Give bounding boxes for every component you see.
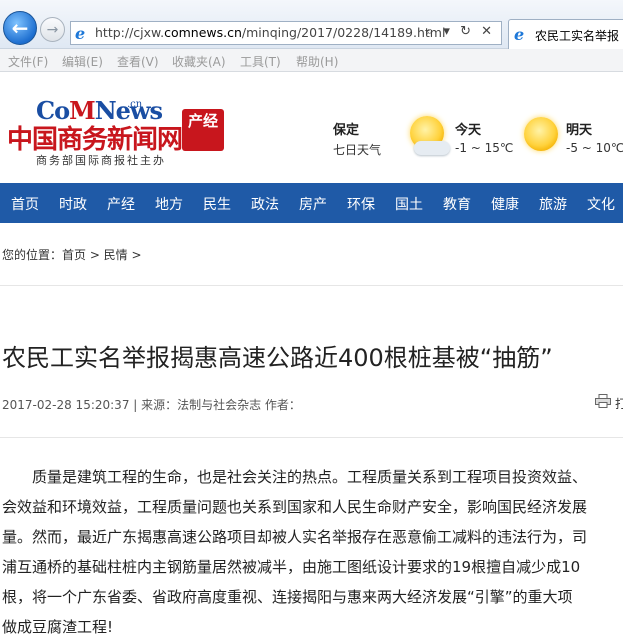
article-line: 根，将一个广东省委、省政府高度重视、连接揭阳与惠来两大经济发展“引擎”的重大项 [2, 588, 573, 606]
article-line: 做成豆腐渣工程! [2, 618, 114, 636]
article-line: 会效益和环境效益，工程质量问题也关系到国家和人民生命财产安全，影响国民经济发展 [2, 498, 588, 516]
article-line: 量。然而，最近广东揭惠高速公路项目却被人实名举报存在恶意偷工减料的违法行为，司 [2, 528, 588, 546]
article-line: 质量是建筑工程的生命，也是社会关注的热点。工程质量关系到工程项目投资效益、 [2, 468, 588, 486]
back-arrow-icon: ← [11, 16, 29, 40]
main-nav: 首页 时政 产经 地方 民生 政法 房产 环保 国土 教育 健康 旅游 文化 [0, 183, 623, 223]
nav-realestate[interactable]: 房产 [299, 194, 327, 214]
tab-title: 农民工实名举报 [535, 29, 620, 43]
ie-page-icon: e [75, 24, 86, 43]
nav-industry[interactable]: 产经 [107, 194, 135, 214]
browser-toolbar: ← → e http://cjxw.comnews.cn/minqing/201… [0, 0, 623, 49]
nav-local[interactable]: 地方 [155, 194, 183, 214]
url-path: /minqing/2017/0228/14189.html [241, 25, 446, 40]
menu-bar: 文件(F) 编辑(E) 查看(V) 收藏夹(A) 工具(T) 帮助(H) [0, 49, 623, 72]
breadcrumb[interactable]: 您的位置：首页 > 民情 > [2, 246, 142, 263]
print-label[interactable]: 打 [615, 395, 623, 412]
weather-tomorrow-label: 明天 [566, 123, 593, 138]
article-title: 农民工实名举报揭惠高速公路近400根桩基被“抽筋” [2, 344, 553, 372]
back-button[interactable]: ← [3, 11, 37, 45]
nav-home[interactable]: 首页 [11, 194, 39, 214]
nav-politics[interactable]: 时政 [59, 194, 87, 214]
menu-tools[interactable]: 工具(T) [240, 53, 281, 70]
channel-badge[interactable]: 产经 [182, 109, 224, 151]
article-meta: 2017-02-28 15:20:37 | 来源：法制与社会杂志 作者： [2, 398, 301, 412]
nav-livelihood[interactable]: 民生 [203, 194, 231, 214]
nav-travel[interactable]: 旅游 [539, 194, 567, 214]
divider [0, 437, 623, 438]
cloud-shape [414, 141, 450, 155]
logo-domain-suffix: .cn [127, 99, 143, 110]
menu-view[interactable]: 查看(V) [117, 53, 159, 70]
nav-land[interactable]: 国土 [395, 194, 423, 214]
tab-ie-icon: e [514, 25, 525, 44]
nav-education[interactable]: 教育 [443, 194, 471, 214]
url-text[interactable]: http://cjxw.comnews.cn/minqing/2017/0228… [95, 25, 445, 40]
weather-7day-link[interactable]: 七日天气 [333, 141, 381, 158]
url-prefix: http://cjxw. [95, 25, 165, 40]
divider [0, 285, 623, 286]
weather-city: 保定 [333, 123, 360, 138]
menu-file[interactable]: 文件(F) [8, 53, 48, 70]
sun-icon [524, 117, 558, 151]
forward-arrow-icon: → [46, 21, 59, 38]
nav-law[interactable]: 政法 [251, 194, 279, 214]
article-line: 浦互通桥的基础柱桩内主钢筋量居然被减半，由施工图纸设计要求的19根擅自减少成10 [2, 558, 581, 576]
address-bar[interactable]: e http://cjxw.comnews.cn/minqing/2017/02… [70, 21, 502, 45]
forward-button[interactable]: → [40, 17, 65, 42]
print-icon[interactable] [595, 394, 611, 408]
nav-health[interactable]: 健康 [491, 194, 519, 214]
site-logo-cn[interactable]: 中国商务新闻网 [7, 119, 183, 156]
menu-favorites[interactable]: 收藏夹(A) [172, 53, 226, 70]
browser-tab[interactable]: e 农民工实名举报 [508, 19, 623, 49]
nav-environment[interactable]: 环保 [347, 194, 375, 214]
address-tools-icons[interactable]: ⌕ ▾ ↻ ✕ [426, 24, 495, 39]
menu-edit[interactable]: 编辑(E) [62, 53, 103, 70]
weather-today-temp: -1 ~ 15℃ [455, 141, 514, 155]
weather-today-label: 今天 [455, 123, 482, 138]
url-host: comnews.cn [164, 25, 242, 40]
weather-tomorrow-temp: -5 ~ 10℃ [566, 141, 623, 155]
menu-help[interactable]: 帮助(H) [296, 53, 338, 70]
nav-culture[interactable]: 文化 [587, 194, 615, 214]
site-tagline: 商务部国际商报社主办 [36, 154, 166, 167]
